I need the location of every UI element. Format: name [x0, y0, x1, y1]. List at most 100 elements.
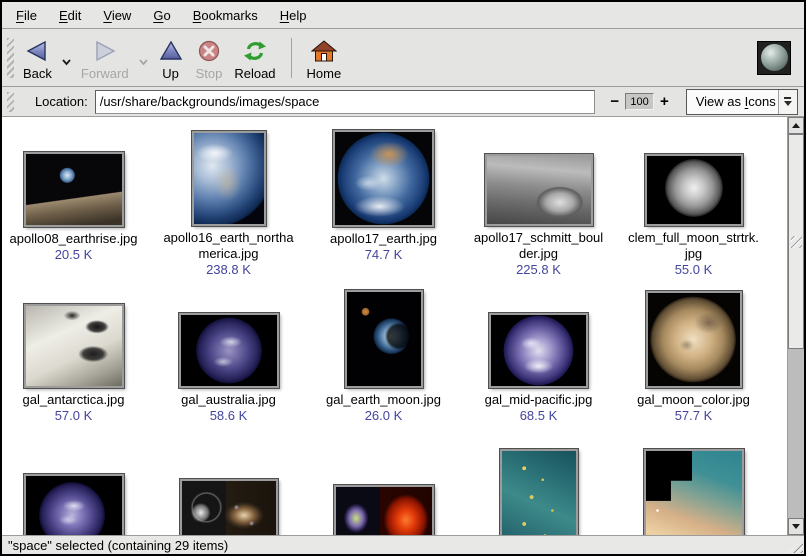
menu-edit[interactable]: Edit	[48, 4, 92, 27]
home-label: Home	[307, 66, 342, 81]
combo-arrow-bar	[784, 97, 791, 99]
file-icon[interactable]: gal_earth_moon.jpg26.0 K	[306, 278, 461, 439]
file-size: 74.7 K	[365, 247, 403, 263]
scroll-down-button[interactable]	[788, 518, 804, 535]
file-icon[interactable]: clem_full_moon_strtrk. jpg55.0 K	[616, 117, 771, 278]
toolbar-drag-handle[interactable]	[7, 38, 14, 78]
file-name: gal_antarctica.jpg	[23, 392, 125, 408]
file-icon[interactable]: apollo08_earthrise.jpg20.5 K	[0, 117, 151, 278]
scrollbar-track[interactable]	[788, 134, 804, 518]
vertical-scrollbar[interactable]	[787, 117, 804, 535]
file-thumbnail	[644, 449, 744, 535]
file-size: 238.8 K	[206, 262, 251, 278]
file-size: 68.5 K	[520, 408, 558, 424]
view-as-label: View as Icons	[687, 90, 778, 114]
thumbnail-area	[334, 439, 434, 535]
thumbnail-area	[645, 117, 743, 226]
zoom-in-button[interactable]: +	[656, 93, 673, 110]
file-thumbnail	[645, 154, 743, 226]
back-icon	[24, 39, 50, 64]
file-thumbnail	[334, 485, 434, 535]
resize-grip[interactable]	[788, 539, 803, 553]
file-thumbnail	[179, 313, 279, 388]
forward-label: Forward	[81, 66, 129, 81]
file-thumbnail	[646, 291, 742, 388]
thumbnail-area	[24, 439, 124, 535]
toolbar: Back Forward Up	[2, 29, 804, 87]
stop-button[interactable]: Stop	[190, 33, 229, 83]
zoom-out-button[interactable]: −	[606, 93, 623, 110]
locationbar-drag-handle[interactable]	[7, 92, 14, 112]
icon-grid[interactable]: apollo08_earthrise.jpg20.5 Kapollo16_ear…	[0, 117, 787, 535]
file-name: apollo08_earthrise.jpg	[10, 231, 138, 247]
file-thumbnail	[489, 313, 588, 388]
file-name: apollo17_schmitt_boul der.jpg	[474, 230, 603, 262]
file-thumbnail	[24, 152, 124, 227]
zoom-level: 100	[625, 93, 654, 110]
chevron-down-icon	[784, 101, 792, 106]
thumbnail-area	[333, 117, 434, 227]
file-icon[interactable]	[461, 439, 616, 535]
thumbnail-area	[180, 439, 278, 535]
file-icon[interactable]: apollo17_earth.jpg74.7 K	[306, 117, 461, 278]
globe-throbber-icon	[761, 44, 788, 71]
file-thumbnail	[485, 154, 593, 226]
chevron-down-icon	[138, 58, 149, 66]
file-icon[interactable]	[0, 439, 151, 535]
location-input[interactable]	[95, 90, 596, 114]
thumbnail-area	[24, 278, 124, 388]
menu-file[interactable]: File	[5, 4, 48, 27]
throbber-frame	[757, 41, 791, 75]
menu-go[interactable]: Go	[142, 4, 181, 27]
thumbnail-area	[179, 278, 279, 388]
thumbnail-area	[644, 439, 744, 535]
file-icon[interactable]	[616, 439, 771, 535]
back-history-dropdown[interactable]	[58, 33, 75, 83]
forward-icon	[92, 39, 118, 64]
stop-icon	[196, 39, 222, 64]
up-button[interactable]: Up	[152, 33, 190, 83]
file-manager-window: File Edit View Go Bookmarks Help Back	[0, 0, 806, 556]
file-name: clem_full_moon_strtrk. jpg	[628, 230, 759, 262]
scrollbar-thumb[interactable]	[788, 134, 804, 349]
file-name: gal_mid-pacific.jpg	[485, 392, 593, 408]
file-size: 225.8 K	[516, 262, 561, 278]
file-icon[interactable]: gal_moon_color.jpg57.7 K	[616, 278, 771, 439]
file-thumbnail	[500, 449, 578, 535]
file-size: 55.0 K	[675, 262, 713, 278]
menu-view[interactable]: View	[92, 4, 142, 27]
file-icon[interactable]: apollo16_earth_northa merica.jpg238.8 K	[151, 117, 306, 278]
reload-button[interactable]: Reload	[228, 33, 281, 83]
location-bar: Location: − 100 + View as Icons	[2, 87, 804, 117]
forward-history-dropdown[interactable]	[135, 33, 152, 83]
up-icon	[158, 39, 184, 64]
file-icon[interactable]: gal_australia.jpg58.6 K	[151, 278, 306, 439]
file-thumbnail	[192, 131, 266, 226]
back-button[interactable]: Back	[17, 33, 58, 83]
file-name: gal_earth_moon.jpg	[326, 392, 441, 408]
home-button[interactable]: Home	[301, 33, 348, 83]
file-icon[interactable]	[151, 439, 306, 535]
file-icon[interactable]: gal_mid-pacific.jpg68.5 K	[461, 278, 616, 439]
thumbnail-area	[500, 439, 578, 535]
thumbnail-area	[345, 278, 423, 388]
thumbnail-area	[485, 117, 593, 226]
scroll-up-button[interactable]	[788, 117, 804, 134]
file-icon[interactable]: apollo17_schmitt_boul der.jpg225.8 K	[461, 117, 616, 278]
thumbnail-area	[192, 117, 266, 226]
menu-help[interactable]: Help	[269, 4, 318, 27]
thumbnail-area	[646, 278, 742, 388]
forward-button[interactable]: Forward	[75, 33, 135, 83]
file-icon[interactable]	[306, 439, 461, 535]
combo-arrow-button[interactable]	[778, 90, 797, 114]
menu-bookmarks[interactable]: Bookmarks	[182, 4, 269, 27]
file-thumbnail	[345, 290, 423, 388]
file-icon[interactable]: gal_antarctica.jpg57.0 K	[0, 278, 151, 439]
status-bar: "space" selected (containing 29 items)	[2, 535, 804, 554]
home-icon	[311, 39, 337, 64]
location-label: Location:	[35, 94, 88, 109]
view-as-selector[interactable]: View as Icons	[686, 89, 798, 115]
reload-label: Reload	[234, 66, 275, 81]
thumbnail-area	[489, 278, 588, 388]
menu-bar: File Edit View Go Bookmarks Help	[2, 2, 804, 29]
